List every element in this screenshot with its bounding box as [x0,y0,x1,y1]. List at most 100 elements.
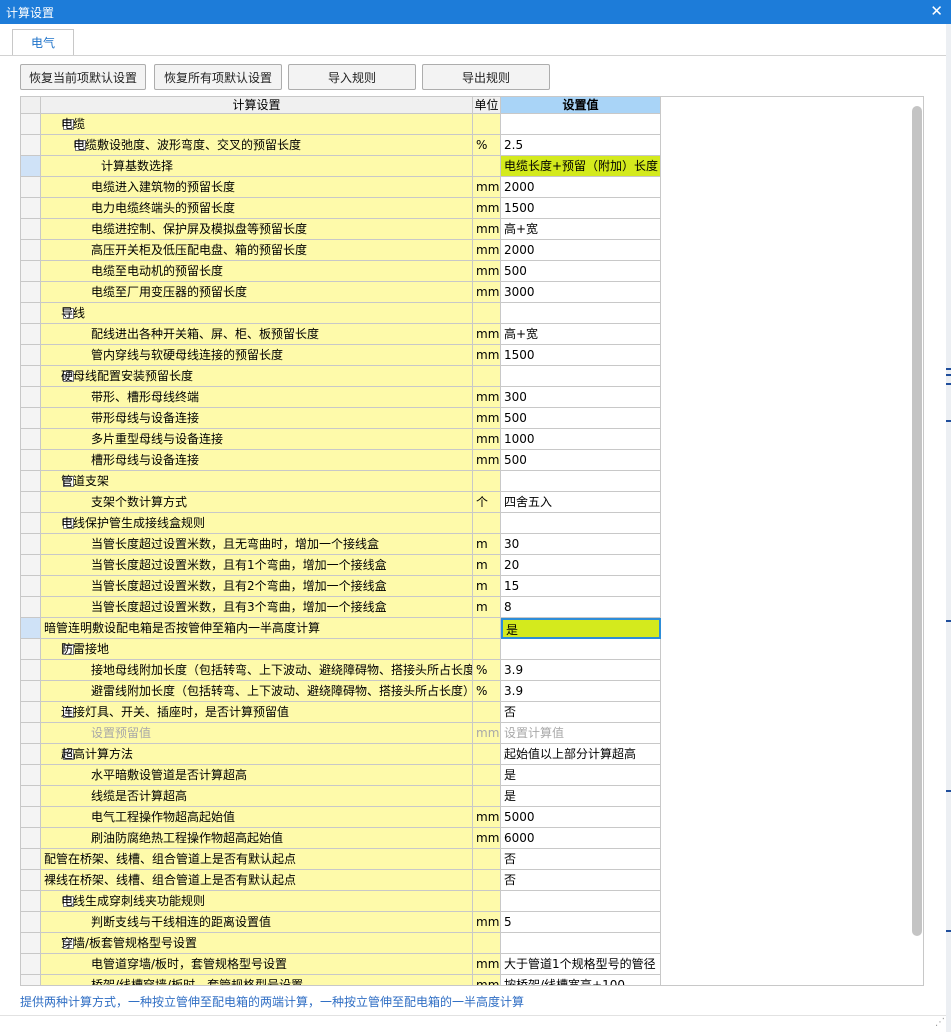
table-row[interactable]: 线缆是否计算超高 是 [21,786,661,807]
row-header[interactable] [21,324,41,345]
row-header[interactable] [21,408,41,429]
setting-value[interactable]: 1000 [501,429,661,450]
table-row[interactable]: 设置预留值 mm 设置计算值 [21,723,661,744]
setting-name-cell[interactable]: 配线进出各种开关箱、屏、柜、板预留长度 [41,324,473,345]
row-header[interactable] [21,912,41,933]
table-row[interactable]: 判断支线与干线相连的距离设置值 mm 5 [21,912,661,933]
setting-value[interactable]: 5 [501,912,661,933]
setting-name-cell[interactable]: 多片重型母线与设备连接 [41,429,473,450]
setting-value[interactable]: 是 [501,765,661,786]
row-header[interactable] [21,198,41,219]
row-header[interactable] [21,345,41,366]
setting-name-cell[interactable]: 接地母线附加长度（包括转弯、上下波动、避绕障碍物、搭接头所占长度） [41,660,473,681]
setting-name-cell[interactable]: 线缆是否计算超高 [41,786,473,807]
tab-electrical[interactable]: 电气 [12,29,74,56]
row-header[interactable] [21,156,41,177]
setting-name-cell[interactable]: 避雷线附加长度（包括转弯、上下波动、避绕障碍物、搭接头所占长度） [41,681,473,702]
resize-grip-icon[interactable]: ⋰ [935,1017,945,1028]
header-name[interactable]: 计算设置 [41,97,473,114]
table-row[interactable]: 槽形母线与设备连接 mm 500 [21,450,661,471]
vertical-scrollbar[interactable] [912,106,922,936]
setting-name-cell[interactable]: 高压开关柜及低压配电盘、箱的预留长度 [41,240,473,261]
setting-name-cell[interactable]: 配管在桥架、线槽、组合管道上是否有默认起点 [41,849,473,870]
setting-value[interactable]: 300 [501,387,661,408]
setting-value[interactable]: 15 [501,576,661,597]
table-row[interactable]: − 电线保护管生成接线盒规则 [21,513,661,534]
row-header[interactable] [21,954,41,975]
setting-value[interactable] [501,471,661,492]
setting-value[interactable] [501,933,661,954]
row-header[interactable] [21,870,41,891]
import-rules-button[interactable]: 导入规则 [288,64,416,90]
setting-name-cell[interactable]: − 超高计算方法 [41,744,473,765]
setting-value[interactable]: 2000 [501,240,661,261]
setting-value[interactable]: 高+宽 [501,324,661,345]
row-header[interactable] [21,240,41,261]
setting-name-cell[interactable]: − 连接灯具、开关、插座时，是否计算预留值 [41,702,473,723]
setting-name-cell[interactable]: 刷油防腐绝热工程操作物超高起始值 [41,828,473,849]
table-row[interactable]: 水平暗敷设管道是否计算超高 是 [21,765,661,786]
row-header[interactable] [21,219,41,240]
table-row[interactable]: 电管道穿墙/板时，套管规格型号设置 mm 大于管道1个规格型号的管径 [21,954,661,975]
table-row[interactable]: 刷油防腐绝热工程操作物超高起始值 mm 6000 [21,828,661,849]
setting-name-cell[interactable]: 槽形母线与设备连接 [41,450,473,471]
row-header[interactable] [21,135,41,156]
setting-name-cell[interactable]: 当管长度超过设置米数，且无弯曲时，增加一个接线盒 [41,534,473,555]
setting-value[interactable]: 3.9 [501,660,661,681]
setting-value[interactable]: 30 [501,534,661,555]
setting-value[interactable]: 按桥架/线槽宽高+100 [501,975,661,985]
row-header[interactable] [21,114,41,135]
restore-current-default-button[interactable]: 恢复当前项默认设置 [20,64,146,90]
table-row[interactable]: 计算基数选择 电缆长度+预留（附加）长度 [21,156,661,177]
setting-name-cell[interactable]: 管内穿线与软硬母线连接的预留长度 [41,345,473,366]
setting-value[interactable] [501,513,661,534]
setting-value[interactable]: 否 [501,702,661,723]
setting-value[interactable]: 2000 [501,177,661,198]
setting-name-cell[interactable]: − 穿墙/板套管规格型号设置 [41,933,473,954]
row-header[interactable] [21,660,41,681]
row-header[interactable] [21,618,41,639]
table-row[interactable]: − 穿墙/板套管规格型号设置 [21,933,661,954]
setting-name-cell[interactable]: 带形母线与设备连接 [41,408,473,429]
row-header[interactable] [21,681,41,702]
setting-value[interactable] [501,303,661,324]
table-row[interactable]: − 防雷接地 [21,639,661,660]
table-row[interactable]: 电缆进控制、保护屏及模拟盘等预留长度 mm 高+宽 [21,219,661,240]
setting-name-cell[interactable]: − 硬母线配置安装预留长度 [41,366,473,387]
setting-name-cell[interactable]: 裸线在桥架、线槽、组合管道上是否有默认起点 [41,870,473,891]
table-row[interactable]: 当管长度超过设置米数，且无弯曲时，增加一个接线盒 m 30 [21,534,661,555]
header-value[interactable]: 设置值 [501,97,661,114]
table-row[interactable]: 支架个数计算方式 个四舍五入 [21,492,661,513]
table-row[interactable]: 管内穿线与软硬母线连接的预留长度 mm 1500 [21,345,661,366]
setting-value[interactable]: 四舍五入 [501,492,661,513]
table-row[interactable]: 当管长度超过设置米数，且有2个弯曲，增加一个接线盒 m 15 [21,576,661,597]
table-row[interactable]: 接地母线附加长度（包括转弯、上下波动、避绕障碍物、搭接头所占长度）% 3.9 [21,660,661,681]
row-header[interactable] [21,450,41,471]
table-row[interactable]: 避雷线附加长度（包括转弯、上下波动、避绕障碍物、搭接头所占长度）% 3.9 [21,681,661,702]
table-row[interactable]: 电缆至电动机的预留长度 mm 500 [21,261,661,282]
setting-name-cell[interactable]: 暗管连明敷设配电箱是否按管伸至箱内一半高度计算 [41,618,473,639]
setting-name-cell[interactable]: 电缆至厂用变压器的预留长度 [41,282,473,303]
setting-name-cell[interactable]: − 防雷接地 [41,639,473,660]
setting-name-cell[interactable]: 桥架/线槽穿墙/板时，套管规格型号设置 [41,975,473,985]
setting-name-cell[interactable]: 电力电缆终端头的预留长度 [41,198,473,219]
setting-value[interactable] [501,639,661,660]
setting-value[interactable]: 1500 [501,345,661,366]
table-row[interactable]: 电缆进入建筑物的预留长度 mm 2000 [21,177,661,198]
row-header[interactable] [21,723,41,744]
setting-value[interactable]: 5000 [501,807,661,828]
row-header[interactable] [21,891,41,912]
row-header[interactable] [21,387,41,408]
export-rules-button[interactable]: 导出规则 [422,64,550,90]
setting-name-cell[interactable]: 电管道穿墙/板时，套管规格型号设置 [41,954,473,975]
setting-name-cell[interactable]: − 管道支架 [41,471,473,492]
row-header[interactable] [21,177,41,198]
row-header[interactable] [21,534,41,555]
row-header[interactable] [21,849,41,870]
table-row[interactable]: 配管在桥架、线槽、组合管道上是否有默认起点 否 [21,849,661,870]
table-row[interactable]: − 连接灯具、开关、插座时，是否计算预留值 否 [21,702,661,723]
row-header[interactable] [21,807,41,828]
setting-name-cell[interactable]: 设置预留值 [41,723,473,744]
row-header[interactable] [21,429,41,450]
row-header[interactable] [21,555,41,576]
